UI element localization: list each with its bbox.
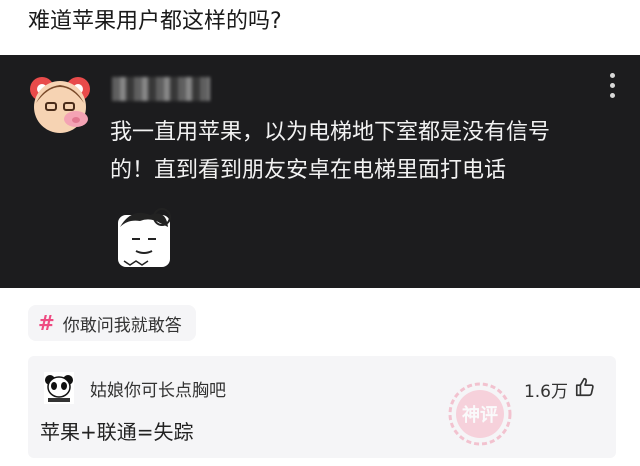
question-title: 难道苹果用户都这样的吗?: [28, 9, 282, 34]
like-count: 1.6万: [523, 382, 568, 402]
thumbs-up-icon[interactable]: [574, 376, 596, 398]
topic-tag[interactable]: # 你敢问我就敢答: [28, 305, 196, 341]
stamp-text: 神评: [462, 404, 498, 426]
topic-label: 你敢问我就敢答: [62, 315, 182, 336]
cartoon-sticker-image: [118, 208, 171, 267]
post-text-line-1: 我一直用苹果，以为电梯地下室都是没有信号: [110, 120, 551, 145]
comment-text: 苹果+联通=失踪: [40, 420, 194, 444]
post-text-line-2: 的！直到看到朋友安卓在电梯里面打电话: [110, 158, 507, 183]
top-comment-stamp: 神评: [448, 382, 512, 446]
hashtag-icon: #: [38, 311, 55, 335]
comment-username[interactable]: 姑娘你可长点胸吧: [90, 376, 226, 401]
username-redacted[interactable]: [112, 77, 210, 101]
comment-card[interactable]: 姑娘你可长点胸吧 神评 1.6万 苹果+联通=失踪: [28, 356, 616, 458]
post-card[interactable]: 我一直用苹果，以为电梯地下室都是没有信号 的！直到看到朋友安卓在电梯里面打电话: [0, 55, 640, 288]
user-avatar[interactable]: [16, 63, 98, 135]
more-vertical-icon[interactable]: [610, 73, 616, 101]
panda-avatar[interactable]: [44, 372, 74, 404]
